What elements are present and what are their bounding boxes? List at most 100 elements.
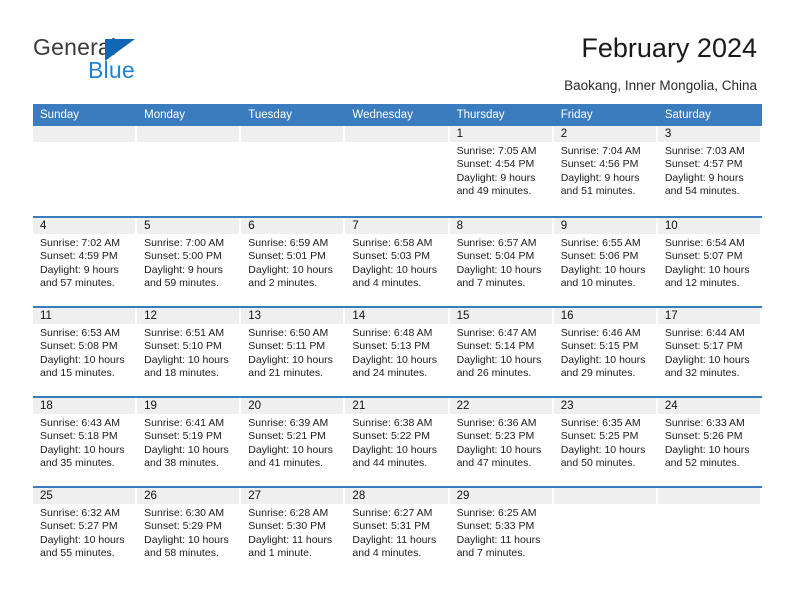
day-sunrise-text: Sunrise: 6:38 AM	[352, 417, 433, 429]
day-number-band: 4	[33, 218, 136, 234]
calendar-week-row: 1 Sunrise: 7:05 AM Sunset: 4:54 PM Daylight…	[33, 126, 762, 216]
day-number-band: 23	[553, 398, 656, 414]
day-daylight-1-text: Daylight: 10 hours	[248, 353, 333, 366]
calendar-day-cell[interactable]: 10 Sunrise: 6:54 AM Sunset: 5:07 PM Dayligh…	[657, 218, 762, 306]
day-daylight-1-text: Daylight: 9 hours	[144, 263, 223, 276]
calendar-day-cell[interactable]: 8 Sunrise: 6:57 AM Sunset: 5:04 PM Daylight…	[449, 218, 554, 306]
day-daylight-1-text: Daylight: 10 hours	[664, 263, 750, 276]
day-daylight-2-text: and 29 minutes.	[560, 367, 636, 380]
day-sunset-text: Sunset: 5:23 PM	[456, 430, 535, 443]
day-daylight-1-text: Daylight: 10 hours	[40, 353, 125, 366]
calendar-day-cell[interactable]: 26 Sunrise: 6:30 AM Sunset: 5:29 PM Dayligh…	[137, 488, 242, 576]
day-number-band: 29	[449, 488, 552, 504]
day-sun-info: Sunrise: 6:46 AM Sunset: 5:15 PM Daylight:…	[554, 324, 658, 381]
day-number-band: 13	[241, 308, 344, 324]
weekday-header-tuesday: Tuesday	[248, 109, 292, 121]
calendar-page: General Blue February 2024 Baokang, Inne…	[0, 0, 792, 612]
day-number-band: 20	[241, 398, 344, 414]
day-number: 27	[248, 490, 262, 502]
day-sun-info: Sunrise: 6:55 AM Sunset: 5:06 PM Daylight:…	[554, 234, 658, 291]
calendar-day-cell[interactable]: 16 Sunrise: 6:46 AM Sunset: 5:15 PM Dayligh…	[553, 308, 658, 396]
day-daylight-1-text: Daylight: 10 hours	[456, 263, 542, 276]
day-daylight-1-text: Daylight: 9 hours	[40, 263, 119, 276]
day-number: 7	[352, 220, 359, 232]
day-number-band	[33, 126, 136, 142]
calendar-day-cell-empty	[137, 126, 242, 216]
calendar-day-cell[interactable]: 23 Sunrise: 6:35 AM Sunset: 5:25 PM Dayligh…	[553, 398, 658, 486]
day-number: 21	[352, 400, 366, 412]
day-sunset-text: Sunset: 5:19 PM	[144, 430, 222, 443]
calendar-day-cell[interactable]: 27 Sunrise: 6:28 AM Sunset: 5:30 PM Dayligh…	[241, 488, 346, 576]
day-daylight-2-text: and 41 minutes.	[248, 457, 323, 470]
day-number: 26	[144, 490, 157, 502]
day-sun-info: Sunrise: 6:53 AM Sunset: 5:08 PM Daylight:…	[33, 324, 137, 381]
calendar-day-cell[interactable]: 24 Sunrise: 6:33 AM Sunset: 5:26 PM Dayligh…	[657, 398, 762, 486]
day-sunrise-text: Sunrise: 6:33 AM	[664, 417, 745, 429]
day-sun-info: Sunrise: 6:30 AM Sunset: 5:29 PM Daylight:…	[137, 504, 241, 561]
day-daylight-1-text: Daylight: 11 hours	[352, 533, 437, 546]
day-daylight-1-text: Daylight: 10 hours	[456, 353, 542, 366]
calendar-day-cell[interactable]: 11 Sunrise: 6:53 AM Sunset: 5:08 PM Dayligh…	[33, 308, 138, 396]
day-number: 24	[664, 400, 678, 412]
day-sun-info: Sunrise: 6:38 AM Sunset: 5:22 PM Daylight:…	[345, 414, 449, 471]
day-daylight-2-text: and 59 minutes.	[144, 277, 219, 290]
day-daylight-1-text: Daylight: 11 hours	[248, 533, 333, 546]
day-daylight-1-text: Daylight: 10 hours	[40, 443, 125, 456]
calendar-day-cell[interactable]: 29 Sunrise: 6:25 AM Sunset: 5:33 PM Dayligh…	[449, 488, 554, 576]
day-sunset-text: Sunset: 4:56 PM	[560, 158, 639, 171]
day-number-band: 18	[33, 398, 136, 414]
calendar-day-cell[interactable]: 9 Sunrise: 6:55 AM Sunset: 5:06 PM Daylight…	[553, 218, 658, 306]
general-blue-logo[interactable]: General Blue	[33, 34, 223, 84]
day-sun-info: Sunrise: 6:28 AM Sunset: 5:30 PM Daylight:…	[241, 504, 345, 561]
calendar-day-cell[interactable]: 13 Sunrise: 6:50 AM Sunset: 5:11 PM Dayligh…	[241, 308, 346, 396]
calendar-day-cell[interactable]: 25 Sunrise: 6:32 AM Sunset: 5:27 PM Dayligh…	[33, 488, 138, 576]
day-number: 18	[40, 400, 53, 412]
day-number: 20	[248, 400, 262, 412]
calendar-day-cell[interactable]: 12 Sunrise: 6:51 AM Sunset: 5:10 PM Dayligh…	[137, 308, 242, 396]
calendar-day-cell[interactable]: 28 Sunrise: 6:27 AM Sunset: 5:31 PM Dayligh…	[345, 488, 450, 576]
day-sunrise-text: Sunrise: 6:59 AM	[248, 237, 329, 249]
calendar-day-cell[interactable]: 7 Sunrise: 6:58 AM Sunset: 5:03 PM Daylight…	[345, 218, 450, 306]
calendar-day-cell[interactable]: 2 Sunrise: 7:04 AM Sunset: 4:56 PM Daylight…	[553, 126, 658, 216]
day-number-band: 11	[33, 308, 136, 324]
calendar-day-cell[interactable]: 3 Sunrise: 7:03 AM Sunset: 4:57 PM Daylight…	[657, 126, 762, 216]
day-sunrise-text: Sunrise: 6:43 AM	[40, 417, 120, 429]
calendar-day-cell[interactable]: 15 Sunrise: 6:47 AM Sunset: 5:14 PM Dayligh…	[449, 308, 554, 396]
calendar-day-cell[interactable]: 21 Sunrise: 6:38 AM Sunset: 5:22 PM Dayligh…	[345, 398, 450, 486]
day-sun-info: Sunrise: 7:02 AM Sunset: 4:59 PM Daylight:…	[33, 234, 137, 291]
day-daylight-1-text: Daylight: 10 hours	[456, 443, 542, 456]
day-daylight-2-text: and 49 minutes.	[456, 185, 532, 198]
calendar-day-cell[interactable]: 4 Sunrise: 7:02 AM Sunset: 4:59 PM Daylight…	[33, 218, 138, 306]
day-sunset-text: Sunset: 5:14 PM	[456, 340, 535, 353]
day-number: 28	[352, 490, 366, 502]
day-daylight-1-text: Daylight: 10 hours	[560, 353, 646, 366]
day-number-band: 16	[553, 308, 656, 324]
day-sunrise-text: Sunrise: 7:03 AM	[664, 145, 745, 157]
day-daylight-1-text: Daylight: 9 hours	[560, 171, 640, 184]
day-daylight-1-text: Daylight: 10 hours	[144, 443, 229, 456]
day-sun-info: Sunrise: 6:39 AM Sunset: 5:21 PM Daylight:…	[241, 414, 345, 471]
day-sun-info: Sunrise: 7:03 AM Sunset: 4:57 PM Daylight:…	[658, 142, 762, 199]
calendar-day-cell[interactable]: 5 Sunrise: 7:00 AM Sunset: 5:00 PM Daylight…	[137, 218, 242, 306]
day-sunset-text: Sunset: 5:30 PM	[248, 520, 326, 533]
day-number-band	[553, 488, 656, 504]
day-number-band: 25	[33, 488, 136, 504]
day-daylight-1-text: Daylight: 10 hours	[560, 443, 646, 456]
calendar-day-cell[interactable]: 22 Sunrise: 6:36 AM Sunset: 5:23 PM Dayligh…	[449, 398, 554, 486]
day-sunrise-text: Sunrise: 6:36 AM	[456, 417, 537, 429]
calendar-day-cell[interactable]: 14 Sunrise: 6:48 AM Sunset: 5:13 PM Dayligh…	[345, 308, 450, 396]
calendar-day-cell[interactable]: 1 Sunrise: 7:05 AM Sunset: 4:54 PM Daylight…	[449, 126, 554, 216]
day-sun-info: Sunrise: 6:43 AM Sunset: 5:18 PM Daylight:…	[33, 414, 137, 471]
day-sun-info: Sunrise: 6:51 AM Sunset: 5:10 PM Daylight:…	[137, 324, 241, 381]
weekday-header-saturday: Saturday	[664, 109, 711, 121]
day-number-band	[657, 488, 760, 504]
calendar-day-cell[interactable]: 17 Sunrise: 6:44 AM Sunset: 5:17 PM Dayligh…	[657, 308, 762, 396]
calendar-day-cell[interactable]: 18 Sunrise: 6:43 AM Sunset: 5:18 PM Dayligh…	[33, 398, 138, 486]
day-daylight-1-text: Daylight: 10 hours	[144, 533, 229, 546]
day-sunrise-text: Sunrise: 6:51 AM	[144, 327, 225, 339]
calendar-day-cell[interactable]: 20 Sunrise: 6:39 AM Sunset: 5:21 PM Dayligh…	[241, 398, 346, 486]
calendar-day-cell[interactable]: 6 Sunrise: 6:59 AM Sunset: 5:01 PM Daylight…	[241, 218, 346, 306]
day-number-band: 14	[345, 308, 448, 324]
calendar-day-cell[interactable]: 19 Sunrise: 6:41 AM Sunset: 5:19 PM Dayligh…	[137, 398, 242, 486]
day-sunset-text: Sunset: 5:18 PM	[40, 430, 118, 443]
